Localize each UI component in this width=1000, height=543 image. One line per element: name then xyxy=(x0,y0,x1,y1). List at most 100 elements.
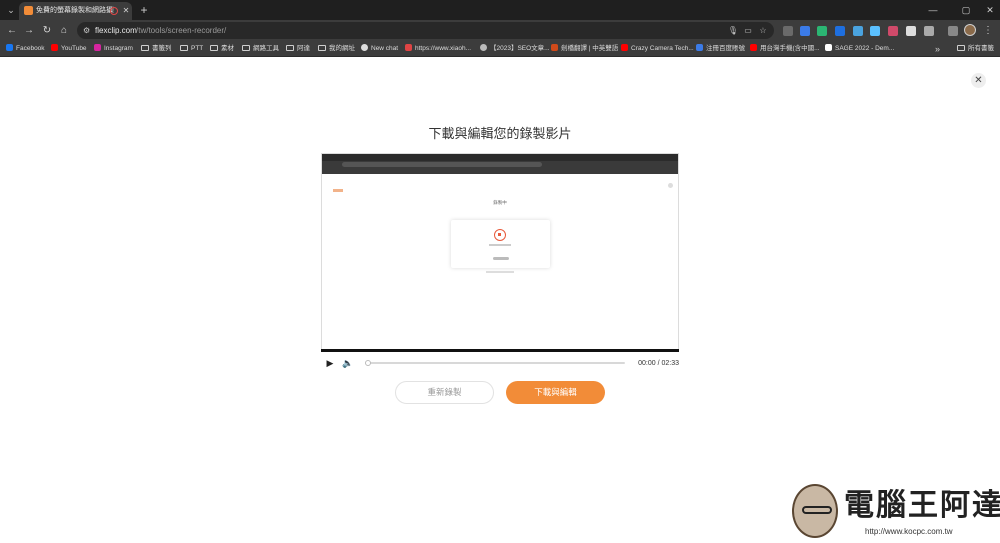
youtube-icon xyxy=(51,44,58,51)
watermark-text: 電腦王阿達 xyxy=(844,489,1000,522)
video-controls: ▶ 🔈 00:00 / 02:33 xyxy=(321,349,679,373)
video-preview[interactable]: 錄製中 xyxy=(321,153,679,353)
chatgpt-icon xyxy=(361,44,368,51)
bookmark-cambridge[interactable]: 劍橋翻譯 | 中英雙語 xyxy=(551,43,618,55)
folder-icon xyxy=(286,45,294,51)
bookmark-instagram[interactable]: Instagram xyxy=(94,43,133,55)
folder-icon xyxy=(141,45,149,51)
page-content: ✕ 下載與編輯您的錄製影片 錄製中 ▶ 🔈 00:00 / 02:33 重新錄製… xyxy=(0,57,1000,543)
browser-menu-icon[interactable]: ⋮ xyxy=(983,23,993,38)
playback-time: 00:00 / 02:33 xyxy=(638,360,679,367)
extension-7-icon[interactable] xyxy=(888,26,898,36)
bookmark-new-chat[interactable]: New chat xyxy=(361,43,398,55)
cast-icon[interactable]: ▭ xyxy=(742,24,754,37)
youtube-icon xyxy=(750,44,757,51)
play-icon[interactable]: ▶ xyxy=(325,358,335,369)
page-title: 下載與編輯您的錄製影片 xyxy=(428,126,572,141)
progress-slider[interactable] xyxy=(367,362,625,364)
preview-toolbar xyxy=(322,161,678,168)
bookmark-seo[interactable]: 【2023】SEO文章... xyxy=(480,43,550,55)
extension-1-icon[interactable] xyxy=(783,26,793,36)
site-icon xyxy=(405,44,412,51)
bookmark-baidu[interactable]: 注冊百度賬號 xyxy=(696,43,745,55)
active-tab[interactable]: 免費的螢幕錄製和網路攝影... ✕ xyxy=(19,2,132,20)
watermark-url: http://www.kocpc.com.tw xyxy=(865,527,953,536)
preview-omnibox xyxy=(342,162,542,167)
mascot-face-icon xyxy=(792,484,838,538)
tab-search-icon[interactable]: ⌄ xyxy=(4,3,18,17)
bookmarks-overflow-icon[interactable]: » xyxy=(935,43,940,55)
progress-handle[interactable] xyxy=(365,360,371,366)
bookmark-folder-5[interactable]: 阿達 xyxy=(286,43,310,55)
extension-8-icon[interactable] xyxy=(906,26,916,36)
site-info-icon[interactable]: ⚙ xyxy=(83,24,93,37)
preview-caption xyxy=(486,271,514,273)
recording-indicator-icon xyxy=(110,7,118,15)
preview-tabstrip xyxy=(322,154,678,161)
folder-icon xyxy=(957,45,965,51)
star-icon[interactable]: ☆ xyxy=(757,24,769,37)
baidu-icon xyxy=(696,44,703,51)
extension-4-icon[interactable] xyxy=(835,26,845,36)
watermark-logo: 電腦王阿達 http://www.kocpc.com.tw xyxy=(790,484,1000,540)
preview-recording-label: 錄製中 xyxy=(493,200,507,205)
bookmark-folder-3[interactable]: 素材 xyxy=(210,43,234,55)
flexclip-favicon-icon xyxy=(24,6,33,15)
preview-close-icon xyxy=(668,183,673,188)
media-control-icon[interactable] xyxy=(948,26,958,36)
preview-card-text xyxy=(489,244,511,246)
cambridge-icon xyxy=(551,44,558,51)
bookmark-xiaoh[interactable]: https://www.xiaoh... xyxy=(405,43,471,55)
bookmarks-bar: Facebook YouTube Instagram 書籤列 PTT 素材 網路… xyxy=(0,41,1000,57)
preview-logo xyxy=(333,189,343,192)
extension-3-icon[interactable] xyxy=(817,26,827,36)
tab-title: 免費的螢幕錄製和網路攝影... xyxy=(36,7,114,14)
facebook-icon xyxy=(6,44,13,51)
folder-icon xyxy=(242,45,250,51)
all-bookmarks-folder[interactable]: 所有書籤 xyxy=(957,43,994,55)
extension-5-icon[interactable] xyxy=(853,26,863,36)
window-close-button[interactable]: ✕ xyxy=(982,2,998,18)
minimize-button[interactable]: — xyxy=(925,2,941,18)
url-host: flexclip.com xyxy=(95,26,137,35)
bookmark-folder-4[interactable]: 網路工具 xyxy=(242,43,279,55)
folder-icon xyxy=(180,45,188,51)
forward-button[interactable]: → xyxy=(22,23,36,38)
video-bottom-edge xyxy=(321,349,679,352)
extensions-puzzle-icon[interactable] xyxy=(924,26,934,36)
browser-toolbar: ← → ↻ ⌂ ⚙ flexclip.com /tw/tools/screen-… xyxy=(0,20,1000,41)
folder-icon xyxy=(318,45,326,51)
preview-recording-card xyxy=(451,220,550,268)
bookmark-folder-1[interactable]: 書籤列 xyxy=(141,43,172,55)
bookmark-facebook[interactable]: Facebook xyxy=(6,43,45,55)
volume-icon[interactable]: 🔈 xyxy=(342,358,354,369)
preview-stop-icon xyxy=(494,229,506,241)
maximize-button[interactable]: ▢ xyxy=(958,2,974,18)
bookmark-taiwan-phone[interactable]: 用台灣手機(含中國... xyxy=(750,43,820,55)
mic-icon[interactable]: 🎙 xyxy=(727,24,739,37)
url-path: /tw/tools/screen-recorder/ xyxy=(136,26,227,35)
back-button[interactable]: ← xyxy=(5,23,19,38)
download-edit-button[interactable]: 下載與編輯 xyxy=(506,381,605,404)
bookmark-folder-6[interactable]: 我的網址 xyxy=(318,43,355,55)
close-modal-button[interactable]: ✕ xyxy=(971,73,986,88)
bookmark-youtube[interactable]: YouTube xyxy=(51,43,87,55)
bookmark-folder-2[interactable]: PTT xyxy=(180,43,203,55)
translate-extension-icon[interactable] xyxy=(800,26,810,36)
rerecord-button[interactable]: 重新錄製 xyxy=(395,381,494,404)
reload-button[interactable]: ↻ xyxy=(40,23,54,38)
globe-icon xyxy=(480,44,487,51)
new-tab-button[interactable]: + xyxy=(137,2,151,18)
preview-card-controls xyxy=(493,257,509,260)
bookmark-sage[interactable]: SAGE 2022 - Dem... xyxy=(825,43,894,55)
bookmark-crazy-camera[interactable]: Crazy Camera Tech... xyxy=(621,43,694,55)
glasses-icon xyxy=(802,506,832,514)
youtube-icon xyxy=(621,44,628,51)
instagram-icon xyxy=(94,44,101,51)
tab-close-icon[interactable]: ✕ xyxy=(121,5,131,17)
profile-avatar[interactable] xyxy=(964,24,976,36)
extension-6-icon[interactable] xyxy=(870,26,880,36)
address-bar[interactable]: ⚙ flexclip.com /tw/tools/screen-recorder… xyxy=(77,22,774,39)
tab-strip: ⌄ 免費的螢幕錄製和網路攝影... ✕ + — ▢ ✕ xyxy=(0,0,1000,20)
home-button[interactable]: ⌂ xyxy=(57,23,71,38)
